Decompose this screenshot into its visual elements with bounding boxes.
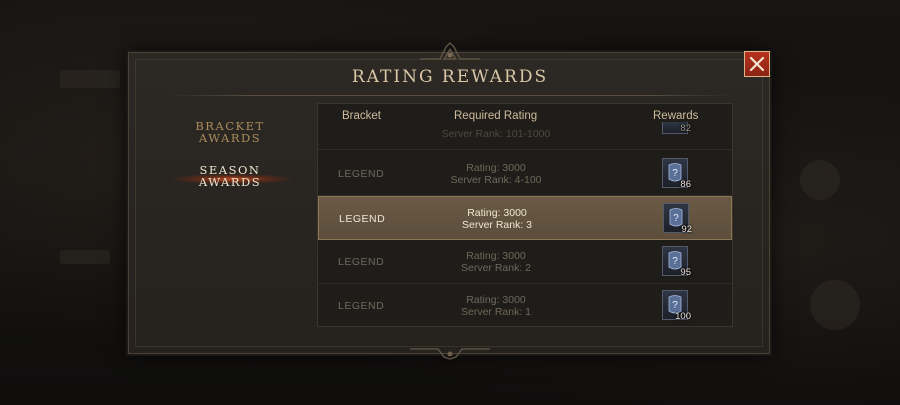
background-hud-element	[810, 280, 860, 330]
server-rank-text: Server Rank: 2	[460, 262, 532, 274]
close-button[interactable]	[744, 51, 770, 77]
bracket-cell: LEGEND	[339, 213, 386, 225]
reward-count: 92	[681, 224, 692, 235]
reward-item[interactable]: 82	[662, 122, 691, 134]
ornament-bottom-icon	[410, 348, 490, 360]
reward-item[interactable]: ? 92	[663, 203, 692, 235]
table-row[interactable]: LEGEND Rating: 3000 Server Rank: 1 ? 100	[318, 284, 732, 326]
reward-count: 95	[680, 267, 691, 278]
reward-item[interactable]: ? 86	[662, 158, 691, 190]
title-divider	[169, 95, 731, 96]
tab-season-awards[interactable]: SEASON AWARDS	[150, 164, 310, 188]
dialog-title: RATING REWARDS	[351, 67, 549, 87]
server-rank-text: Server Rank: 101-1000	[441, 128, 551, 140]
column-header-bracket: Bracket	[342, 110, 381, 122]
svg-text:?: ?	[672, 168, 678, 179]
table-row-selected[interactable]: LEGEND Rating: 3000 Server Rank: 3 ? 92	[318, 196, 732, 240]
rating-cell: Rating: 3000 Server Rank: 2	[420, 250, 572, 274]
reward-count: 100	[675, 311, 691, 322]
table-row-partial[interactable]: Server Rank: 101-1000 82	[318, 122, 732, 150]
svg-text:?: ?	[672, 256, 678, 267]
rating-text: Rating: 3000	[467, 207, 527, 219]
svg-text:?: ?	[672, 300, 678, 311]
bracket-cell: LEGEND	[338, 300, 385, 312]
rating-text: Rating: 3000	[466, 162, 526, 174]
rewards-table[interactable]: Bracket Required Rating Rewards Server R…	[317, 103, 733, 327]
column-header-required-rating: Required Rating	[454, 110, 538, 122]
reward-item[interactable]: ? 100	[662, 290, 691, 322]
tab-bracket-awards[interactable]: BRACKET AWARDS	[150, 120, 310, 144]
server-rank-text: Server Rank: 3	[461, 219, 533, 231]
background-hud-element	[60, 250, 110, 264]
rating-text: Rating: 3000	[466, 250, 526, 262]
background-hud-element	[800, 160, 840, 200]
reward-item[interactable]: ? 95	[662, 246, 691, 278]
svg-text:?: ?	[673, 213, 679, 224]
server-rank-text: Server Rank: 1	[460, 306, 532, 318]
rating-cell: Rating: 3000 Server Rank: 4-100	[420, 162, 572, 186]
bracket-cell: LEGEND	[338, 168, 385, 180]
tab-label-line2: AWARDS	[198, 131, 262, 145]
close-icon	[749, 56, 765, 72]
reward-count: 86	[680, 179, 691, 190]
rating-cell: Rating: 3000 Server Rank: 1	[420, 294, 572, 318]
tab-label-line2: AWARDS	[198, 175, 262, 189]
rating-cell: Rating: 3000 Server Rank: 3	[421, 207, 573, 231]
bracket-cell: LEGEND	[338, 256, 385, 268]
rating-text: Rating: 3000	[466, 294, 526, 306]
table-row[interactable]: LEGEND Rating: 3000 Server Rank: 2 ? 95	[318, 240, 732, 284]
background-hud-element	[60, 70, 120, 88]
reward-count: 82	[680, 123, 691, 134]
ornament-top-icon	[420, 41, 480, 60]
table-row[interactable]: LEGEND Rating: 3000 Server Rank: 4-100 ?…	[318, 152, 732, 196]
server-rank-text: Server Rank: 4-100	[450, 174, 542, 186]
column-header-rewards: Rewards	[653, 110, 699, 122]
